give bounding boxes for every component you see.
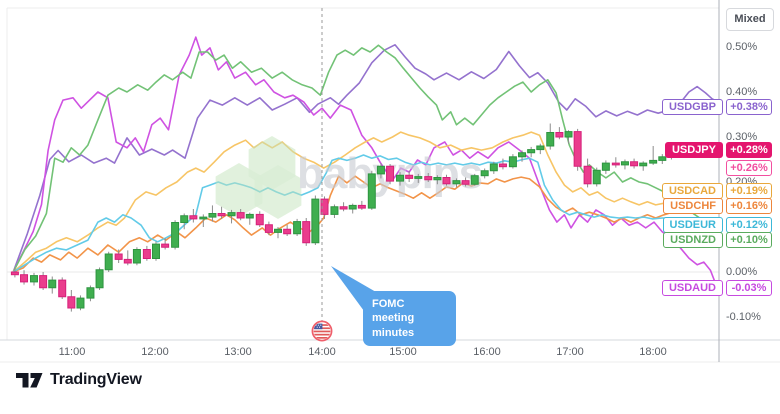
tradingview-logo[interactable]: TradingView	[16, 371, 142, 389]
value-tag: +0.12%	[726, 217, 772, 233]
tradingview-logo-text: TradingView	[50, 371, 142, 389]
ticker-tag: USDEUR	[663, 217, 723, 233]
series-label-usdcad[interactable]: USDCAD +0.19%	[0, 183, 780, 199]
value-tag: -0.03%	[726, 280, 772, 296]
candle-body	[115, 254, 122, 259]
ticker-tag: USDNZD	[663, 232, 723, 248]
ticker-tag: USDAUD	[662, 280, 723, 296]
candle-body	[143, 250, 150, 259]
value-tag: +0.26%	[726, 160, 772, 176]
chart-window: babypips 0.50% 0.40% 0.30% 0.20% 0.10% 0…	[0, 0, 780, 414]
x-axis-tick: 12:00	[130, 346, 180, 358]
series-label-usdchf[interactable]: USDCHF +0.16%	[0, 198, 780, 214]
trend-status-badge[interactable]: Mixed	[726, 8, 774, 31]
ticker-tag: USDCHF	[663, 198, 723, 214]
y-axis-tick: 0.50%	[726, 40, 778, 54]
value-tag: +0.10%	[726, 232, 772, 248]
series-label-usdnzd[interactable]: USDNZD +0.10%	[0, 232, 780, 248]
value-tag: +0.19%	[726, 183, 772, 199]
series-label-usdeur[interactable]: USDEUR +0.12%	[0, 217, 780, 233]
x-axis-tick: 14:00	[297, 346, 347, 358]
x-axis-tick: 13:00	[213, 346, 263, 358]
x-axis-tick: 15:00	[378, 346, 428, 358]
y-axis-tick: -0.10%	[726, 310, 778, 324]
candle-body	[124, 259, 131, 263]
series-label-usdgbp[interactable]: USDGBP +0.38%	[0, 99, 780, 115]
x-axis-tick: 11:00	[47, 346, 97, 358]
tradingview-logo-icon	[16, 373, 43, 388]
candle-body	[565, 132, 572, 137]
candle-body	[68, 297, 75, 308]
ticker-tag: USDGBP	[662, 99, 723, 115]
ticker-tag: USDCAD	[662, 183, 723, 199]
value-tag: +0.38%	[726, 99, 772, 115]
value-tag: +0.16%	[726, 198, 772, 214]
candle-body	[105, 254, 112, 270]
candle-body	[415, 177, 422, 179]
y-axis-tick: 0.00%	[726, 265, 778, 279]
x-axis-tick: 18:00	[628, 346, 678, 358]
value-tag: +0.28%	[726, 142, 772, 158]
series-label-usdjpy[interactable]: USDJPY +0.28%	[0, 142, 780, 158]
x-axis-tick: 16:00	[462, 346, 512, 358]
candle-body	[77, 298, 84, 308]
candle-body	[556, 133, 563, 138]
candle-body	[434, 178, 441, 180]
candle-body	[397, 175, 404, 181]
x-axis-tick: 17:00	[545, 346, 595, 358]
candle-body	[11, 272, 18, 275]
us-flag-icon[interactable]	[310, 319, 334, 343]
y-axis-tick: 0.40%	[726, 85, 778, 99]
ticker-tag: USDJPY	[665, 142, 723, 158]
candle-body	[425, 177, 432, 180]
series-label-usdjpy-line[interactable]: +0.26%	[0, 160, 780, 176]
candle-body	[133, 250, 140, 264]
event-callout[interactable]: FOMC meeting minutes	[363, 291, 456, 346]
